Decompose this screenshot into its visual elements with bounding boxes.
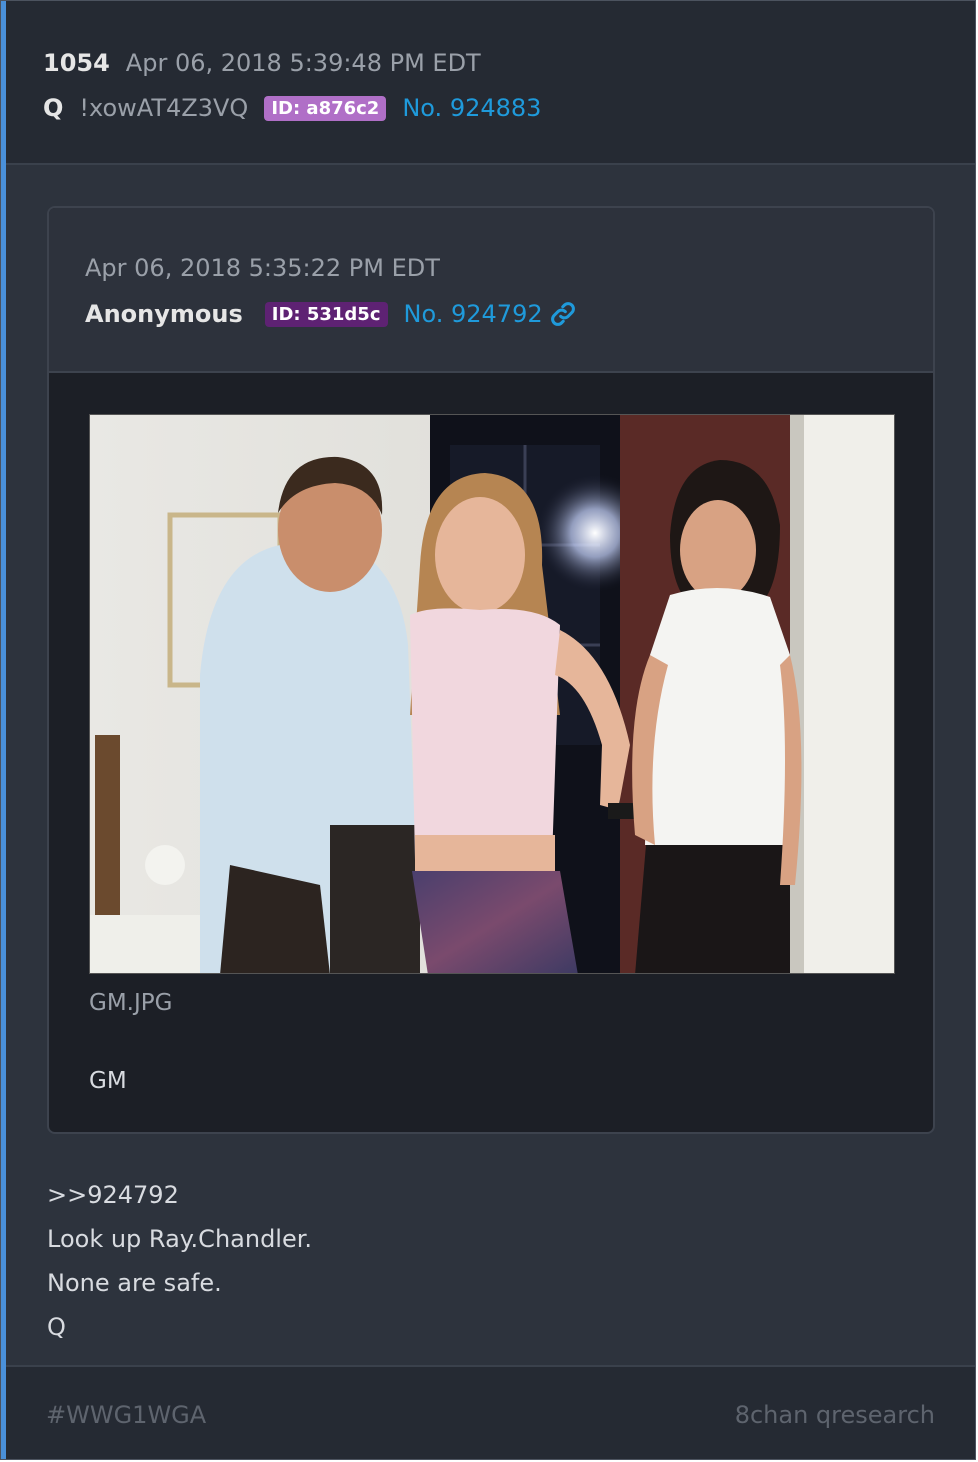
quoted-post-number-link[interactable]: No. 924792 (404, 300, 543, 328)
attachment-filename[interactable]: GM.JPG (89, 990, 172, 1016)
post-footer: #WWG1WGA 8chan qresearch (6, 1365, 975, 1459)
quoted-author-name: Anonymous (85, 300, 243, 328)
post-number: 1054 (43, 49, 110, 77)
body-line: Look up Ray.Chandler. (47, 1225, 313, 1253)
hashtag: #WWG1WGA (46, 1401, 207, 1429)
attached-photo[interactable] (89, 414, 895, 974)
tripcode: !xowAT4Z3VQ (79, 94, 249, 122)
source-label: 8chan qresearch (734, 1401, 935, 1429)
quoted-post-message: GM (89, 1068, 127, 1094)
post-number-link[interactable]: No. 924883 (402, 94, 541, 122)
post-card: 1054 Apr 06, 2018 5:39:48 PM EDT Q !xowA… (0, 0, 976, 1460)
id-badge[interactable]: ID: a876c2 (264, 95, 387, 121)
quoted-post-date: Apr 06, 2018 5:35:22 PM EDT (85, 254, 440, 282)
quoted-post-header: Apr 06, 2018 5:35:22 PM EDT Anonymous ID… (49, 208, 933, 373)
quoted-post: Apr 06, 2018 5:35:22 PM EDT Anonymous ID… (47, 206, 935, 1134)
post-body: >>924792 Look up Ray.Chandler. None are … (47, 1173, 312, 1349)
photo-image (90, 415, 894, 973)
accent-bar (1, 1, 6, 1459)
quoted-id-badge[interactable]: ID: 531d5c (264, 301, 388, 327)
author-name: Q (43, 94, 64, 122)
link-icon[interactable] (549, 300, 577, 328)
post-header: 1054 Apr 06, 2018 5:39:48 PM EDT Q !xowA… (6, 1, 975, 165)
post-date: Apr 06, 2018 5:39:48 PM EDT (125, 49, 481, 77)
body-line: None are safe. (47, 1269, 222, 1297)
reply-link[interactable]: >>924792 (47, 1173, 312, 1217)
body-line: Q (47, 1313, 66, 1341)
